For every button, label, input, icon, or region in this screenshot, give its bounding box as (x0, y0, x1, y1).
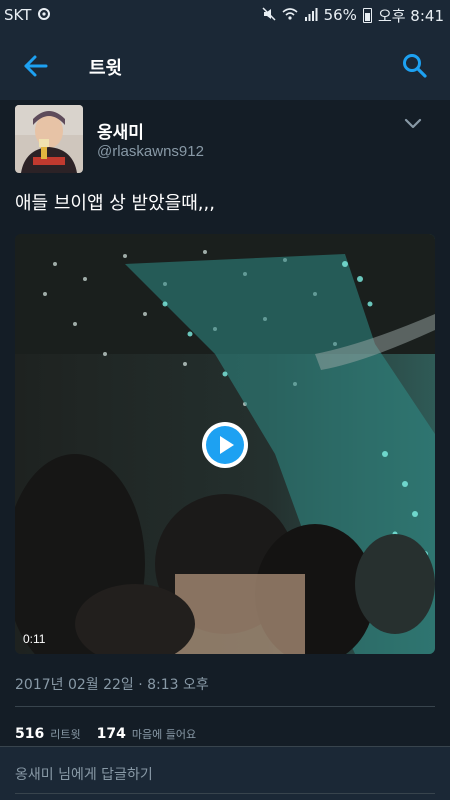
retweet-count[interactable]: 516 (15, 726, 44, 742)
user-handle[interactable]: @rlaskawns912 (97, 143, 204, 160)
status-bar-right: 56% 오후 8:41 (262, 5, 444, 26)
search-button[interactable] (401, 52, 429, 80)
status-bar: SKT 56% 오후 8:41 (0, 0, 450, 30)
back-button[interactable] (22, 52, 50, 80)
avatar[interactable] (15, 105, 83, 173)
play-button[interactable] (202, 422, 248, 468)
wifi-icon (282, 7, 298, 24)
search-icon (403, 54, 427, 78)
clock: 오후 8:41 (377, 6, 444, 25)
tweet-text: 애들 브이앱 상 받았을때,,, (15, 193, 215, 214)
chevron-down-icon (404, 118, 422, 129)
battery-percent: 56% (323, 6, 357, 24)
reply-underline (15, 793, 435, 794)
video-duration: 0:11 (23, 632, 46, 646)
signal-icon (304, 7, 318, 24)
display-name[interactable]: 옹새미 (97, 118, 144, 143)
page-title: 트윗 (89, 58, 123, 79)
play-icon (206, 426, 244, 464)
mute-icon (262, 6, 276, 24)
notification-icon (37, 7, 51, 24)
tweet-stats: 516 리트윗 174 마음에 들어요 (15, 726, 212, 742)
carrier-label: SKT (4, 6, 32, 24)
divider (15, 706, 435, 707)
tweet-video[interactable]: 0:11 (15, 234, 435, 654)
status-bar-left: SKT (4, 6, 51, 24)
back-arrow-icon (24, 55, 48, 77)
battery-icon (362, 7, 372, 23)
tweet-options-button[interactable] (404, 116, 422, 130)
like-label[interactable]: 마음에 들어요 (132, 726, 196, 742)
avatar-image (15, 105, 83, 173)
like-count[interactable]: 174 (97, 726, 126, 742)
retweet-label[interactable]: 리트윗 (50, 726, 80, 742)
app-header: 트윗 (0, 30, 450, 100)
tweet-timestamp: 2017년 02월 22일 · 8:13 오후 (15, 677, 209, 693)
reply-input[interactable]: 옹새미 님에게 답글하기 (15, 764, 153, 784)
